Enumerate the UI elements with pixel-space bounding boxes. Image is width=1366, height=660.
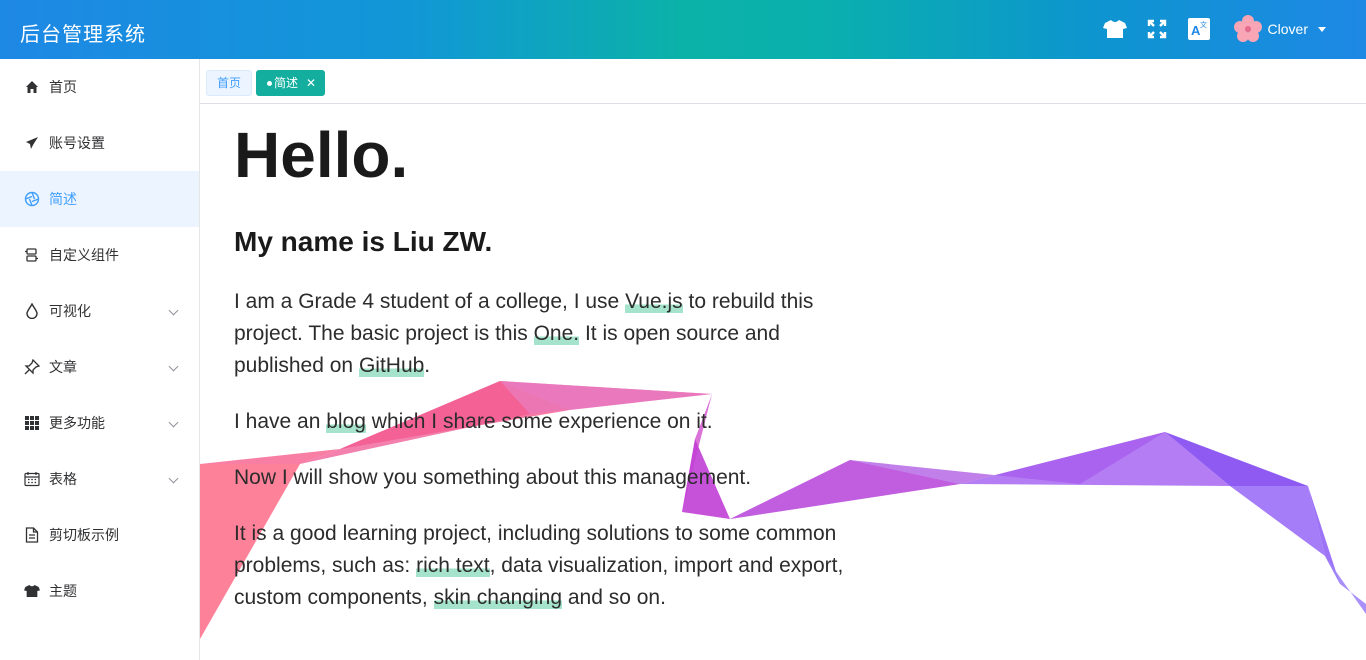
link-skin-changing[interactable]: skin changing xyxy=(433,586,563,609)
sidebar-item-label: 更多功能 xyxy=(49,415,105,431)
tab-label: 首页 xyxy=(217,76,242,90)
tshirt-icon[interactable] xyxy=(1102,16,1128,42)
paragraph-management: Now I will show you something about this… xyxy=(234,466,752,489)
chevron-down-icon xyxy=(168,361,179,372)
link-github[interactable]: GitHub xyxy=(358,354,425,377)
paragraph-intro: I am a Grade 4 student of a college, I u… xyxy=(234,286,854,382)
sidebar-item-label: 剪切板示例 xyxy=(49,527,119,543)
sidebar-item-label: 表格 xyxy=(49,471,77,487)
page-title: Hello. xyxy=(234,119,409,191)
top-header: 后台管理系统 A文 Clover xyxy=(0,0,1366,59)
chevron-down-icon xyxy=(1318,26,1326,32)
sidebar-item-more[interactable]: 更多功能 xyxy=(0,395,199,451)
text-span: I am a Grade 4 student of a college, I u… xyxy=(234,290,626,313)
text-span: I have an xyxy=(234,410,327,433)
document-icon xyxy=(24,527,40,543)
sidebar-item-visualization[interactable]: 可视化 xyxy=(0,283,199,339)
sidebar-item-overview[interactable]: 简述 xyxy=(0,171,199,227)
app-title: 后台管理系统 xyxy=(20,24,146,46)
user-name: Clover xyxy=(1267,21,1308,37)
chevron-down-icon xyxy=(168,417,179,428)
pin-icon xyxy=(24,359,40,375)
sidebar-item-components[interactable]: 自定义组件 xyxy=(0,227,199,283)
link-blog[interactable]: blog xyxy=(326,410,366,433)
sidebar-item-home[interactable]: 首页 xyxy=(0,59,199,115)
chevron-down-icon xyxy=(168,473,179,484)
tab-home[interactable]: 首页 xyxy=(206,70,253,96)
sidebar-item-label: 主题 xyxy=(49,583,77,599)
sidebar-item-account[interactable]: 账号设置 xyxy=(0,115,199,171)
svg-text:文: 文 xyxy=(1200,20,1207,29)
tshirt-icon xyxy=(24,583,40,599)
sidebar-item-label: 简述 xyxy=(49,191,77,207)
intro-article: Hello. My name is Liu ZW. I am a Grade 4… xyxy=(234,104,854,614)
drop-icon xyxy=(24,303,40,319)
text-span: . xyxy=(424,354,431,377)
grid-icon xyxy=(24,415,40,431)
calendar-icon xyxy=(24,471,40,487)
send-icon xyxy=(24,135,40,151)
link-one[interactable]: One. xyxy=(533,322,580,345)
paragraph-blog: I have an blog which I share some experi… xyxy=(234,406,854,438)
sidebar-item-clipboard[interactable]: 剪切板示例 xyxy=(0,507,199,563)
sidebar-item-label: 账号设置 xyxy=(49,135,105,151)
chevron-down-icon xyxy=(168,305,179,316)
sidebar-item-table[interactable]: 表格 xyxy=(0,451,199,507)
page-subtitle: My name is Liu ZW. xyxy=(234,226,493,257)
avatar xyxy=(1233,15,1262,42)
text-span: and so on. xyxy=(562,586,666,609)
close-icon[interactable]: ✕ xyxy=(306,76,316,90)
link-vuejs[interactable]: Vue.js xyxy=(625,290,683,313)
paragraph-features: It is a good learning project, including… xyxy=(234,518,854,614)
main-content: Hello. My name is Liu ZW. I am a Grade 4… xyxy=(200,104,1366,660)
header-toolbar: A文 Clover xyxy=(1102,15,1326,43)
tab-overview[interactable]: 简述 ✕ xyxy=(256,70,326,96)
sidebar-item-label: 文章 xyxy=(49,359,77,375)
translate-icon[interactable]: A文 xyxy=(1186,16,1212,42)
user-menu[interactable]: Clover xyxy=(1233,15,1326,43)
sidebar-item-articles[interactable]: 文章 xyxy=(0,339,199,395)
tags-view-bar: 首页 简述 ✕ xyxy=(200,59,1366,104)
home-icon xyxy=(24,79,40,95)
aperture-icon xyxy=(24,191,40,207)
tab-label: 简述 xyxy=(274,76,299,90)
sidebar-item-label: 自定义组件 xyxy=(49,247,119,263)
active-dot-icon xyxy=(267,81,272,87)
sidebar-item-theme[interactable]: 主题 xyxy=(0,563,199,619)
sidebar-item-label: 首页 xyxy=(49,79,77,95)
sidebar: 首页 账号设置 简述 自定义组件 可视化 文章 更多功能 表格 剪切板示例 主题 xyxy=(0,59,200,660)
fullscreen-icon[interactable] xyxy=(1144,16,1170,42)
sidebar-item-label: 可视化 xyxy=(49,303,91,319)
link-rich-text[interactable]: rich text xyxy=(416,554,490,577)
text-span: which I share some experience on it. xyxy=(365,410,713,433)
component-icon xyxy=(24,247,40,263)
